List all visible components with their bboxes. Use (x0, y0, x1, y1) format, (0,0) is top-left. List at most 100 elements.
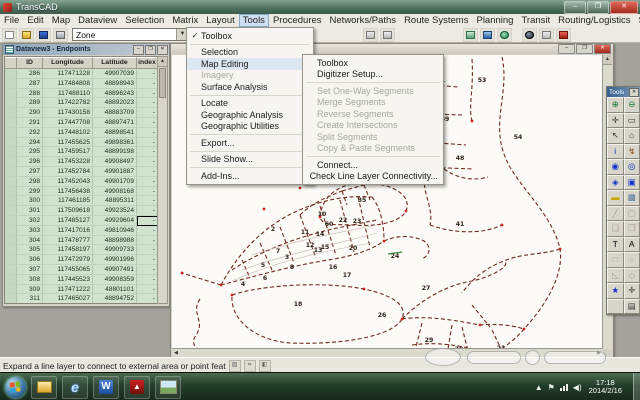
copy-tool[interactable]: ❏ (607, 221, 624, 237)
index-cell[interactable]: - (137, 89, 158, 99)
start-button[interactable] (5, 377, 26, 398)
map-scroll-up-icon[interactable]: ▲ (603, 55, 612, 65)
table-row[interactable]: 29711745278449901887- (5, 167, 158, 177)
menubar-item-layout[interactable]: Layout (202, 14, 239, 27)
text-tool[interactable]: A (624, 237, 640, 253)
network-icon[interactable] (560, 384, 568, 391)
index-cell[interactable]: - (137, 245, 158, 255)
minimize-button[interactable]: – (564, 1, 586, 14)
tools-menu-item-map-editing[interactable]: Map Editing▸ (187, 58, 313, 70)
table-row[interactable]: 28811748811048896243- (5, 89, 158, 99)
volume-icon[interactable]: ◀) (573, 383, 582, 392)
open-file-icon[interactable] (19, 28, 34, 42)
locator-icon[interactable] (522, 28, 537, 42)
theme-icon[interactable] (556, 28, 571, 42)
taskbar-ie-icon[interactable]: e (62, 376, 88, 399)
menubar-item-procedures[interactable]: Procedures (269, 14, 326, 27)
table-row[interactable]: 29211744810248898541- (5, 128, 158, 138)
table-row[interactable]: 29911745643849908168- (5, 187, 158, 197)
previous-scale-tool[interactable]: ↖ (607, 128, 624, 144)
tools-menu-item-toolbox[interactable]: ✓Toolbox (187, 30, 313, 42)
highlight-tool[interactable]: ▬ (607, 190, 624, 206)
scroll-up-icon[interactable]: ▲ (158, 57, 167, 67)
info-tool[interactable]: i (607, 144, 624, 160)
print-icon[interactable] (53, 28, 68, 42)
move-tool[interactable]: ✛ (624, 283, 640, 299)
taskbar-clock[interactable]: 17:18 2014/2/16 (589, 379, 622, 396)
tools-menu-item-geographic-utilities[interactable]: Geographic Utilities▸ (187, 121, 313, 133)
table-row[interactable]: 30611747297949901996- (5, 255, 158, 265)
index-cell[interactable]: - (137, 236, 158, 246)
index-cell[interactable]: - (137, 285, 158, 295)
table-row[interactable]: 28911742278248892023- (5, 98, 158, 108)
index-cell[interactable]: - (137, 187, 158, 197)
dataview-titlebar[interactable]: Dataview3 - Endpoints – ❐ ✕ (3, 44, 169, 55)
index-cell[interactable]: - (137, 128, 158, 138)
map-editing-item-toolbox[interactable]: Toolbox (303, 57, 443, 69)
table-row[interactable]: 29811745204349901709- (5, 177, 158, 187)
dataview-scrollbar[interactable]: ▲ (157, 56, 168, 304)
index-cell[interactable]: - (137, 79, 158, 89)
map-editing-item-set-one-way-segments[interactable]: Set One-Way Segments (303, 85, 443, 97)
taskbar-word-icon[interactable]: W (93, 376, 119, 399)
index-cell[interactable]: - (137, 265, 158, 275)
menubar-item-dataview[interactable]: Dataview (74, 14, 121, 27)
table-row[interactable]: 30211748512749929604- (5, 216, 158, 226)
table-row[interactable]: 30311741701649810946- (5, 226, 158, 236)
table-row[interactable]: 28611747122849907039- (5, 69, 158, 79)
pan-tool[interactable]: ✛ (607, 113, 624, 129)
table-row[interactable]: 30711745506549907491- (5, 265, 158, 275)
hidden-icons-chevron-icon[interactable]: ▲ (535, 383, 543, 392)
index-cell[interactable]: - (137, 108, 158, 118)
table-row[interactable]: 30411747877748898988- (5, 236, 158, 246)
tools-menu-item-locate[interactable]: Locate▸ (187, 98, 313, 110)
find-icon[interactable] (539, 28, 554, 42)
menubar-item-routing-logistics[interactable]: Routing/Logistics (554, 14, 634, 27)
hotspot-tool[interactable]: ↯ (624, 144, 640, 160)
zoom-box-tool[interactable]: ▭ (624, 113, 640, 129)
menubar-item-edit[interactable]: Edit (23, 14, 47, 27)
save-icon[interactable] (36, 28, 51, 42)
menubar-item-tools[interactable]: Tools (239, 14, 269, 27)
selection-toggle-icon[interactable] (380, 28, 395, 42)
select-circle-tool[interactable]: ◎ (624, 159, 640, 175)
table-row[interactable]: 29011743015848883709- (5, 108, 158, 118)
map-editing-item-split-segments[interactable]: Split Segments (303, 131, 443, 143)
rect-draw-tool[interactable]: □ (607, 252, 624, 268)
legend-tool[interactable]: ▤ (624, 299, 640, 315)
map-editing-item-copy-paste-segments[interactable]: Copy & Paste Segments (303, 143, 443, 155)
table-row[interactable]: 31111746502748894752- (5, 294, 158, 304)
full-extent-tool[interactable]: ⌂ (624, 128, 640, 144)
show-desktop-button[interactable] (633, 373, 640, 400)
index-cell[interactable]: - (137, 69, 158, 79)
taskbar-picture-icon[interactable] (155, 376, 181, 399)
map-minimize-button[interactable]: – (558, 44, 575, 54)
map-scroll-right-icon[interactable]: ▶ (595, 349, 603, 357)
snap-tool[interactable]: ★ (607, 283, 624, 299)
index-cell[interactable]: - (137, 157, 158, 167)
map-scroll-left-icon[interactable]: ◀ (172, 349, 180, 357)
scrollbar-thumb[interactable] (159, 68, 166, 98)
taskbar-explorer-icon[interactable] (31, 376, 57, 399)
map-editing-item-check-line-layer-connectivity[interactable]: Check Line Layer Connectivity... (303, 171, 443, 183)
new-file-icon[interactable] (2, 28, 17, 42)
index-cell[interactable]: - (137, 147, 158, 157)
select-region-tool[interactable]: ▣ (624, 175, 640, 191)
table-row[interactable]: 29511745951748899198- (5, 147, 158, 157)
menubar-item-statistics[interactable]: Statistics (635, 14, 640, 27)
table-row[interactable]: 30111750961849923524- (5, 206, 158, 216)
tools-palette-close-icon[interactable]: ✕ (629, 88, 639, 97)
spacer-tool[interactable] (607, 299, 624, 315)
menubar-item-file[interactable]: File (0, 14, 23, 27)
label-tool[interactable]: T (607, 237, 624, 253)
map-editing-item-connect[interactable]: Connect... (303, 159, 443, 171)
zoom-in-tool[interactable]: ⊕ (607, 97, 624, 113)
map-close-button[interactable]: ✕ (594, 44, 611, 54)
index-cell[interactable]: - (137, 177, 158, 187)
map-editing-item-merge-segments[interactable]: Merge Segments (303, 97, 443, 109)
table-row[interactable]: 29411745562549898361- (5, 138, 158, 148)
table-row[interactable]: 30511745819749909733- (5, 245, 158, 255)
index-cell[interactable]: - (137, 255, 158, 265)
action-center-icon[interactable]: ⚑ (548, 383, 555, 392)
tools-menu-item-surface-analysis[interactable]: Surface Analysis▸ (187, 81, 313, 93)
